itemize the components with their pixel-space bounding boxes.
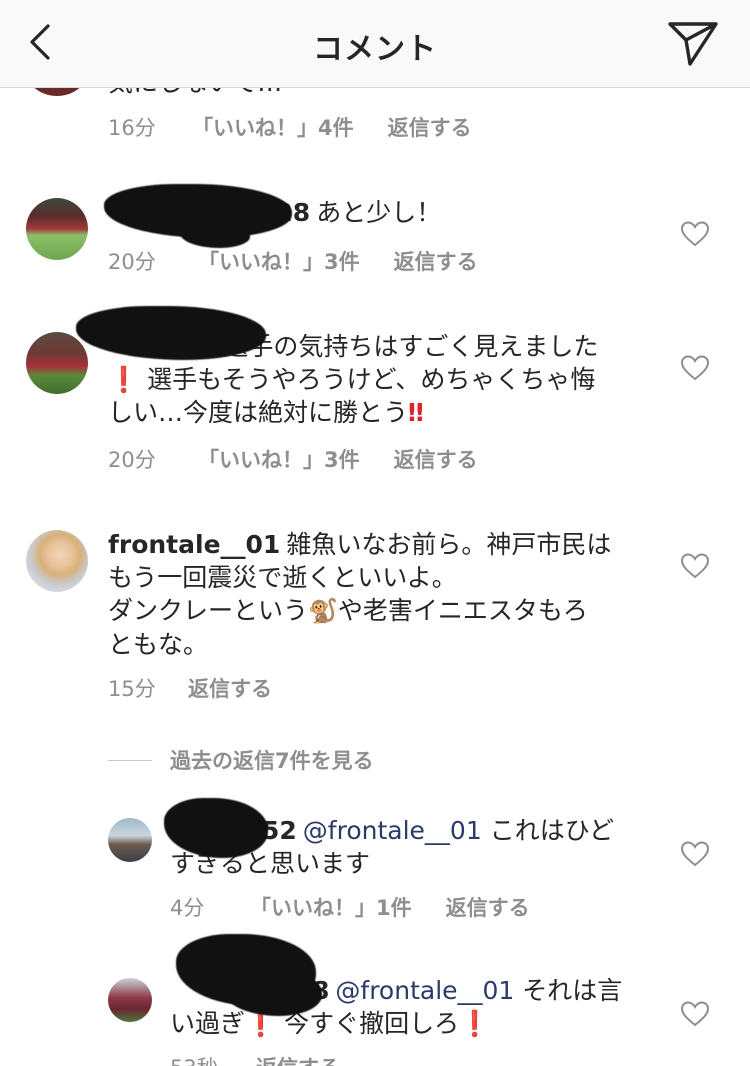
divider [108,759,152,761]
navigation-bar: コメント [0,0,750,88]
comment-text-partial: 気にしないで… [108,88,282,99]
exclamation-emoji: ❗ [108,365,140,394]
reply-text-line2b: 今すぐ撤回しろ [284,1009,460,1038]
reply-button[interactable]: 返信する [188,673,272,703]
reply-text-line1: これはひど [489,816,614,845]
redaction-scribble [76,306,266,360]
heart-icon[interactable] [681,355,709,381]
likes-count[interactable]: 「いいね！」3件 [198,246,360,276]
double-exclamation-emoji: ‼ [408,398,424,427]
mention-link[interactable]: @frontale__01 [335,976,514,1005]
reply-time: 4分 [170,896,205,920]
comment-text: あと少し！ [316,198,442,227]
reply-button[interactable]: 返信する [446,892,530,922]
likes-count[interactable]: 「いいね！」1件 [250,892,412,922]
comment-text-line3a: ダンクレーという [108,596,309,625]
view-more-replies[interactable]: 過去の返信7件を見る [108,745,374,775]
comment-time: 16分 [108,116,156,140]
comment-text-line1: 選手の気持ちはすごく見えました [223,332,599,361]
reply-meta: 4分 「いいね！」1件 返信する [170,892,530,922]
reply-button[interactable]: 返信する [394,246,478,276]
heart-icon[interactable] [681,221,709,247]
avatar[interactable] [26,332,88,394]
avatar[interactable] [26,530,88,592]
comment-text-line2: もう一回震災で逝くといいよ。 [108,563,457,592]
reply-button[interactable]: 返信する [394,444,478,474]
mention-link[interactable]: @frontale__01 [303,816,482,845]
comment-text-line3: しい…今度は絶対に勝とう [108,398,409,427]
comment-text-line3b: や老害イニエスタもろ [337,596,588,625]
avatar[interactable] [108,978,152,1022]
comment-meta: 15分 返信する [108,673,272,703]
exclamation-emoji: ❗ [459,1009,491,1038]
comment-list: 気にしないで… 16分 「いいね！」4件 返信する 628あと少し！ 20分 「… [0,88,750,1066]
comment-meta: 20分 「いいね！」3件 返信する [108,246,478,276]
likes-count[interactable]: 「いいね！」4件 [192,112,354,142]
paper-plane-icon[interactable] [664,18,720,68]
avatar[interactable] [26,88,88,96]
comment-body: frontale__01 雑魚いなお前ら。神戸市民は もう一回震災で逝くといいよ。… [108,528,648,661]
page-title: コメント [313,32,437,67]
likes-count[interactable]: 「いいね！」3件 [198,444,360,474]
redaction-scribble [180,222,250,248]
comment-text-line4: ともな。 [108,630,209,659]
reply-button[interactable]: 返信する [388,112,472,142]
comment-time: 20分 [108,448,156,472]
comment-meta: 20分 「いいね！」3件 返信する [108,444,478,474]
comment-time: 15分 [108,677,156,701]
view-more-replies-label[interactable]: 過去の返信7件を見る [170,745,374,775]
heart-icon[interactable] [681,1001,709,1027]
heart-icon[interactable] [681,553,709,579]
reply-time: 53秒 [170,1052,256,1066]
monkey-emoji: 🐒 [308,597,338,625]
username[interactable]: frontale__01 [108,530,280,559]
heart-icon[interactable] [681,841,709,867]
avatar[interactable] [26,198,88,260]
comment-meta: 16分 「いいね！」4件 返信する [108,112,472,142]
comment-text-line1: 雑魚いなお前ら。神戸市民は [286,530,612,559]
reply-text-line2a: い過ぎ [170,1009,246,1038]
comment-text-line2: 選手もそうやろうけど、めちゃくちゃ悔 [147,365,596,394]
avatar[interactable] [108,818,152,862]
reply-button[interactable]: 返信する [256,1052,340,1066]
comment-time: 20分 [108,250,156,274]
reply-text-line1: それは言 [522,976,623,1005]
reply-meta: 53秒 返信する [170,1052,340,1066]
